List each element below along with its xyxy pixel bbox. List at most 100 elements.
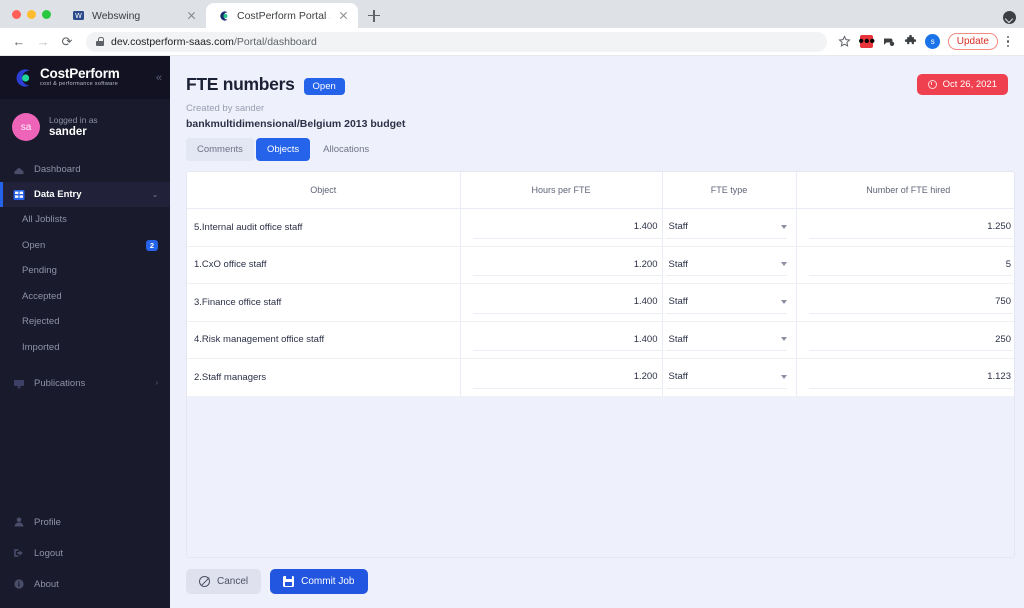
fte-hired-input[interactable]: 5 [809,253,1014,276]
table-row: 5.Internal audit office staff 1.400 Staf… [187,209,1015,247]
window-controls[interactable] [8,0,61,28]
cancel-button[interactable]: Cancel [186,569,261,594]
sidebar-item-open[interactable]: Open 2 [0,233,170,259]
user-meta: Logged in as sander [49,115,98,140]
sidebar-item-profile[interactable]: Profile [0,508,170,536]
cell-fte-type: Staff [662,209,796,247]
fte-type-select[interactable]: Staff [666,366,787,389]
page-scroll-gutter[interactable] [1017,56,1024,608]
new-tab-button[interactable] [361,3,387,28]
puzzle-extensions-icon[interactable] [901,32,921,52]
update-button[interactable]: Update [948,33,998,50]
hours-input[interactable]: 1.400 [473,216,662,239]
back-button[interactable]: ← [8,31,30,53]
hours-input[interactable]: 1.400 [473,328,662,351]
chevron-right-icon[interactable]: › [156,380,158,387]
sidebar-logo[interactable]: CostPerform cost & performance software … [0,56,170,99]
sidebar-user[interactable]: sa Logged in as sander [0,99,170,157]
extension-dark-icon[interactable] [879,32,899,52]
extension-red-icon[interactable]: ••• [857,32,877,52]
fte-type-value: Staff [669,221,688,232]
fte-type-select[interactable]: Staff [666,328,787,351]
sidebar-subitem-label: Rejected [22,316,60,327]
table-row: 4.Risk management office staff 1.400 Sta… [187,321,1015,359]
forward-button[interactable]: → [32,31,54,53]
reload-button[interactable]: ⟳ [56,31,78,53]
table-row: 2.Staff managers 1.200 Staff [187,359,1015,397]
fte-hired-input[interactable]: 750 [809,291,1014,314]
tab-objects[interactable]: Objects [256,138,310,161]
fte-hired-input[interactable]: 1.250 [809,216,1014,239]
sidebar-item-pending[interactable]: Pending [0,258,170,284]
hours-input[interactable]: 1.200 [473,366,662,389]
extension-badge: ••• [860,35,873,48]
date-text: Oct 26, 2021 [943,79,997,90]
tab-allocations[interactable]: Allocations [312,138,380,161]
costperform-logo-icon [12,67,34,89]
column-header-object[interactable]: Object [187,172,460,209]
column-header-fte-type[interactable]: FTE type [662,172,796,209]
chevron-down-icon[interactable] [1003,11,1016,24]
fte-type-select[interactable]: Staff [666,253,787,276]
sidebar-item-label: About [34,579,59,590]
sidebar-item-all-joblists[interactable]: All Joblists [0,207,170,233]
tab-comments[interactable]: Comments [186,138,254,161]
cell-fte-type: Staff [662,321,796,359]
cell-fte-hired: 5 [796,246,1015,284]
fte-type-select[interactable]: Staff [666,216,787,239]
cancel-label: Cancel [217,577,248,587]
sidebar-item-about[interactable]: About [0,570,170,598]
chevron-down-icon[interactable]: ⌄ [152,191,158,199]
column-header-fte-hired[interactable]: Number of FTE hired [796,172,1015,209]
maximize-window-button[interactable] [42,10,51,19]
cell-fte-type: Staff [662,284,796,322]
user-icon [12,516,25,529]
fte-type-value: Staff [669,371,688,382]
sidebar-item-data-entry[interactable]: Data Entry ⌄ [0,182,170,207]
sidebar-item-logout[interactable]: Logout [0,539,170,567]
cell-hours: 1.200 [460,359,662,397]
ban-icon [199,576,210,587]
sidebar-item-label: Publications [34,378,85,389]
fte-hired-input[interactable]: 250 [809,328,1014,351]
fte-type-select[interactable]: Staff [666,291,787,314]
profile-avatar[interactable]: s [923,32,943,52]
close-window-button[interactable] [12,10,21,19]
close-tab-button[interactable] [185,9,198,22]
star-icon[interactable] [835,32,855,52]
save-icon [283,576,294,587]
commit-job-button[interactable]: Commit Job [270,569,367,594]
sidebar-subitem-label: All Joblists [22,214,67,225]
sidebar-item-publications[interactable]: Publications › [0,371,170,396]
collapse-sidebar-button[interactable]: « [156,72,160,84]
cell-hours: 1.200 [460,246,662,284]
close-tab-button[interactable] [337,9,350,22]
browser-tab-costperform[interactable]: CostPerform Portal 2021.2 Bet [206,3,358,28]
hours-input[interactable]: 1.400 [473,291,662,314]
cell-object: 3.Finance office staff [187,284,460,322]
kebab-menu-icon[interactable] [1000,36,1016,48]
date-badge: Oct 26, 2021 [917,74,1008,95]
hours-input[interactable]: 1.200 [473,253,662,276]
table-row: 3.Finance office staff 1.400 Staff [187,284,1015,322]
sidebar-item-dashboard[interactable]: Dashboard [0,157,170,182]
cell-fte-hired: 750 [796,284,1015,322]
fte-hired-input[interactable]: 1.123 [809,366,1014,389]
browser-tab-webswing[interactable]: W Webswing [61,3,206,28]
home-icon [12,163,25,176]
column-header-hours[interactable]: Hours per FTE [460,172,662,209]
logo-name: CostPerform [40,67,120,81]
clock-icon [928,80,937,89]
fte-type-value: Staff [669,296,688,307]
commit-label: Commit Job [301,577,354,587]
grid-icon [12,188,25,201]
address-bar[interactable]: dev.costperform-saas.com/Portal/dashboar… [86,32,827,52]
chevron-down-icon [781,225,787,229]
minimize-window-button[interactable] [27,10,36,19]
sidebar-item-imported[interactable]: Imported [0,335,170,361]
sidebar-item-accepted[interactable]: Accepted [0,284,170,310]
cell-object: 5.Internal audit office staff [187,209,460,247]
sidebar-item-rejected[interactable]: Rejected [0,309,170,335]
table-body: 5.Internal audit office staff 1.400 Staf… [187,209,1015,397]
browser-window: W Webswing CostPerform Portal 2021.2 Bet… [0,0,1024,608]
